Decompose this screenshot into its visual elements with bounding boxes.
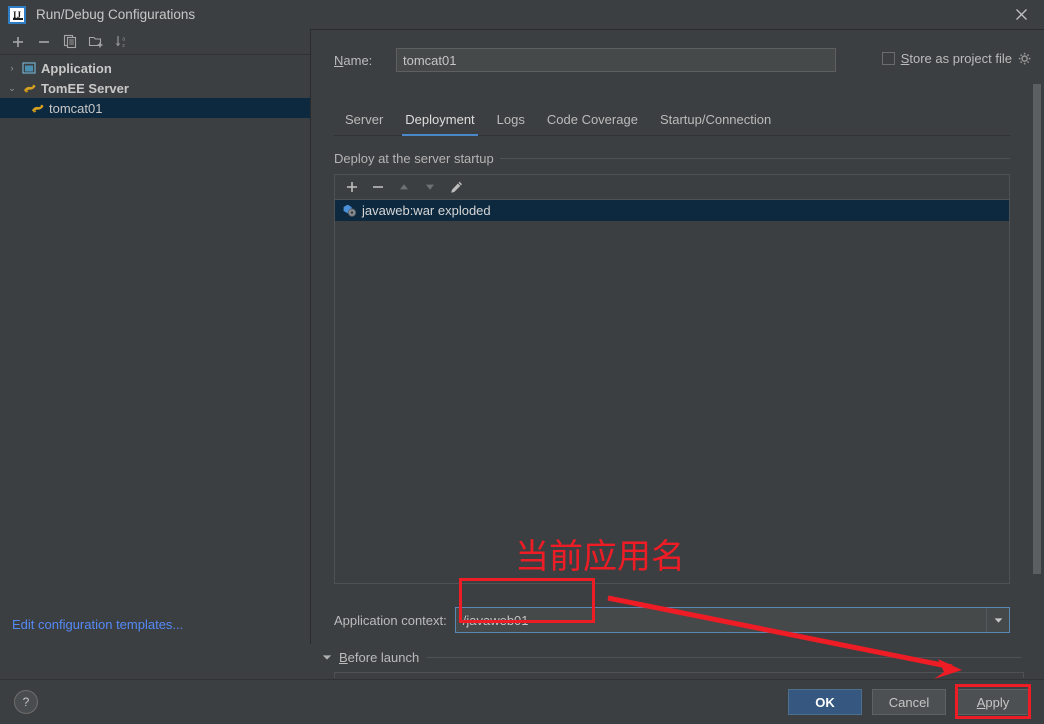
tab-logs[interactable]: Logs	[486, 112, 536, 135]
group-title: Deploy at the server startup	[334, 150, 494, 166]
before-launch-list-panel	[334, 672, 1024, 678]
application-context-label: Application context:	[334, 612, 447, 628]
store-as-project-file-checkbox[interactable]	[881, 52, 895, 65]
application-icon	[20, 61, 38, 75]
close-icon[interactable]	[998, 0, 1044, 28]
dialog-button-group: OK Cancel Apply	[788, 689, 1030, 715]
edit-artifact-button[interactable]	[444, 176, 468, 198]
dialog-bottom-bar: ? OK Cancel Apply	[0, 679, 1044, 724]
title-bar: IJ Run/Debug Configurations	[0, 0, 1044, 30]
move-down-button[interactable]	[418, 176, 442, 198]
apply-button[interactable]: Apply	[956, 689, 1030, 715]
arrow-down-icon	[426, 184, 434, 190]
application-context-combobox[interactable]: /javaweb01	[454, 607, 1010, 633]
cancel-button[interactable]: Cancel	[872, 689, 946, 715]
remove-configuration-button[interactable]	[32, 31, 56, 53]
help-button[interactable]: ?	[14, 690, 38, 714]
store-as-project-file-label: Store as project file	[900, 51, 1012, 66]
configuration-editor-panel: Name: Store as project file	[312, 29, 1044, 644]
save-configuration-button[interactable]	[84, 31, 108, 53]
sort-az-icon: a z	[115, 36, 125, 49]
tomcat-icon	[20, 81, 38, 95]
tree-item-label: tomcat01	[49, 100, 103, 116]
ok-button[interactable]: OK	[788, 689, 862, 715]
tab-server[interactable]: Server	[334, 112, 394, 135]
tomcat-icon	[28, 101, 46, 115]
configurations-tree: › Application ⌄ TomEE Server tomcat01	[0, 55, 310, 118]
chevron-down-icon[interactable]	[986, 608, 1009, 632]
plus-icon	[13, 36, 23, 47]
deploy-at-server-startup-group: Deploy at the server startup javaweb:war…	[334, 149, 1010, 594]
move-up-button[interactable]	[392, 176, 416, 198]
copy-icon	[63, 34, 76, 49]
vertical-scrollbar[interactable]	[1033, 84, 1041, 574]
deploy-item-label: javaweb:war exploded	[362, 203, 491, 218]
application-context-value: /javaweb01	[462, 612, 529, 628]
minus-icon	[373, 186, 383, 188]
collapse-arrow-icon[interactable]: ⌄	[4, 83, 20, 94]
sidebar-toolbar: a z	[0, 29, 310, 55]
tree-item-tomee-server[interactable]: ⌄ TomEE Server	[0, 78, 310, 98]
triangle-down-glyph	[322, 654, 332, 660]
group-divider	[499, 157, 1010, 159]
svg-text:a: a	[122, 36, 125, 42]
expand-arrow-icon[interactable]: ›	[4, 63, 20, 73]
chevron-down-glyph	[994, 617, 1002, 623]
tab-code-coverage[interactable]: Code Coverage	[536, 112, 649, 135]
tree-item-label: TomEE Server	[41, 80, 129, 96]
tree-item-tomcat01[interactable]: tomcat01	[0, 98, 310, 118]
plus-icon	[347, 182, 357, 192]
window-title: Run/Debug Configurations	[36, 7, 196, 22]
artifact-glyph	[343, 204, 356, 217]
application-context-row: Application context: /javaweb01	[334, 607, 1010, 633]
deploy-list-toolbar	[335, 175, 1009, 200]
gear-icon[interactable]	[1018, 52, 1032, 66]
store-as-project-file-row[interactable]: Store as project file	[881, 51, 1032, 66]
tree-item-application[interactable]: › Application	[0, 58, 310, 78]
svg-text:z: z	[122, 43, 125, 49]
add-artifact-button[interactable]	[340, 176, 364, 198]
copy-configuration-button[interactable]	[58, 31, 82, 53]
tab-deployment[interactable]: Deployment	[394, 112, 485, 136]
tomcat-glyph	[23, 84, 35, 93]
remove-artifact-button[interactable]	[366, 176, 390, 198]
group-header: Deploy at the server startup	[334, 149, 1010, 167]
name-input[interactable]	[396, 48, 836, 72]
deploy-list-item[interactable]: javaweb:war exploded	[335, 200, 1009, 221]
triangle-down-icon[interactable]	[322, 653, 332, 663]
intellij-logo-icon: IJ	[8, 5, 26, 24]
edit-configuration-templates-link[interactable]: Edit configuration templates...	[12, 617, 183, 632]
add-configuration-button[interactable]	[6, 31, 30, 53]
deploy-list-panel: javaweb:war exploded	[334, 174, 1010, 584]
before-launch-title[interactable]: Before launch	[339, 650, 419, 665]
artifact-icon	[341, 203, 357, 219]
application-glyph	[22, 62, 36, 74]
configuration-tabs: Server Deployment Logs Code Coverage Sta…	[334, 105, 1010, 136]
arrow-up-icon	[400, 184, 408, 190]
folder-add-icon	[88, 36, 103, 48]
sort-configurations-button[interactable]: a z	[110, 31, 134, 53]
name-label: Name:	[334, 52, 373, 68]
minus-icon	[39, 40, 49, 43]
gear-glyph	[1018, 52, 1031, 64]
close-glyph	[1015, 8, 1027, 20]
pencil-icon	[450, 181, 462, 193]
before-launch-divider	[426, 657, 1022, 658]
tree-item-label: Application	[41, 60, 112, 76]
configurations-sidebar: a z › Application ⌄ TomEE Server tomcat0…	[0, 29, 311, 644]
before-launch-section: Before launch	[322, 650, 1022, 665]
tomcat-glyph	[31, 104, 43, 113]
run-debug-configurations-dialog: IJ Run/Debug Configurations a z › Applic…	[0, 0, 1044, 724]
tab-startup-connection[interactable]: Startup/Connection	[649, 112, 782, 135]
logo-underline	[13, 17, 23, 20]
